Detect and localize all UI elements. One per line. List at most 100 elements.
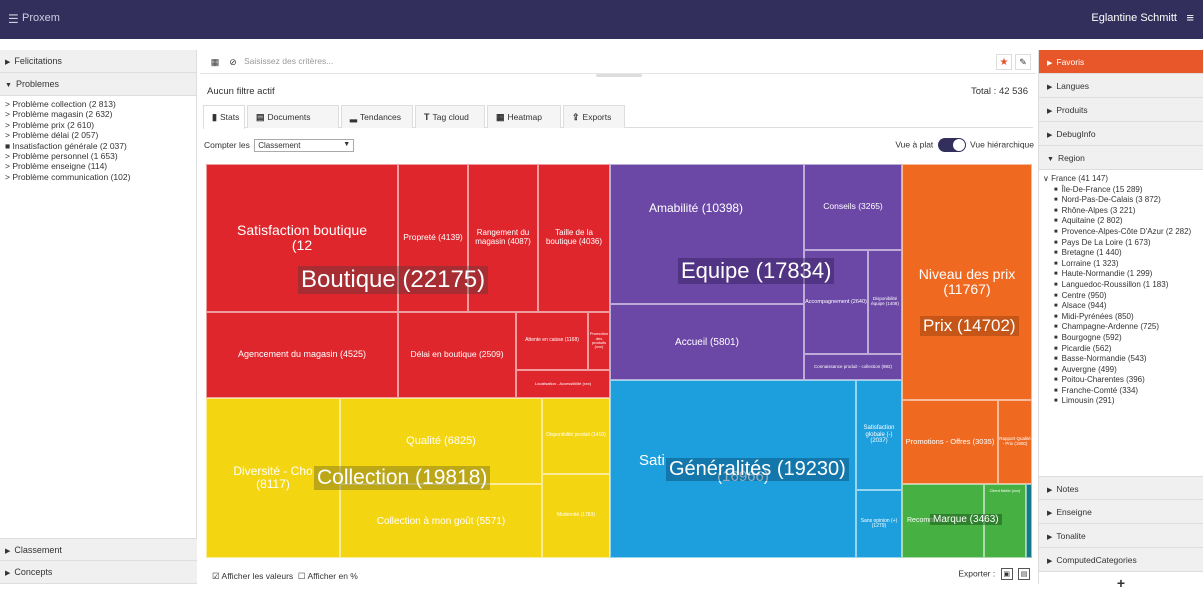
section-region[interactable]: ▼ Region xyxy=(1039,146,1203,170)
section-label: Region xyxy=(1057,153,1085,163)
cell-collection-gout[interactable]: Collection à mon goût (5571) xyxy=(340,484,542,558)
region-item[interactable]: Rhône-Alpes (3 221) xyxy=(1054,206,1203,217)
cell-taille[interactable]: Taille de la boutique (4036) xyxy=(538,164,610,312)
chevron-right-icon: ▶ xyxy=(5,59,11,66)
region-item[interactable]: Centre (950) xyxy=(1054,291,1203,302)
section-produits[interactable]: ▶ Produits xyxy=(1039,98,1203,122)
region-item[interactable]: Poitou-Charentes (396) xyxy=(1054,375,1203,386)
count-by-select[interactable]: Classement ▼ xyxy=(254,139,355,152)
section-computedcategories[interactable]: ▶ ComputedCategories xyxy=(1039,548,1203,572)
chevron-down-icon: ▼ xyxy=(1047,156,1054,163)
cell-agencement[interactable]: Agencement du magasin (4525) xyxy=(206,312,398,398)
tree-item[interactable]: ■ Insatisfaction générale (2 037) xyxy=(5,141,196,151)
cell-label: Sans opinion (+) (1279) xyxy=(860,517,898,529)
logo-icon: ☰ xyxy=(8,12,19,26)
cell-disponibilite-equipe[interactable]: Disponibilité équipe (1408) xyxy=(868,250,902,354)
region-item[interactable]: Aquitaine (2 802) xyxy=(1054,216,1203,227)
tree-item[interactable]: > Problème communication (102) xyxy=(5,172,196,182)
region-item[interactable]: Haute-Normandie (1 299) xyxy=(1054,269,1203,280)
region-item[interactable]: Bourgogne (592) xyxy=(1054,333,1203,344)
region-item[interactable]: Bretagne (1 440) xyxy=(1054,248,1203,259)
section-notes[interactable]: ▶ Notes xyxy=(1039,476,1203,500)
tab-stats[interactable]: ▮ Stats xyxy=(203,105,245,129)
region-item[interactable]: Franche-Comté (334) xyxy=(1054,386,1203,397)
flat-view-label: Vue à plat xyxy=(895,139,934,150)
tab-documents[interactable]: ▤ Documents xyxy=(247,105,339,128)
section-problemes[interactable]: ▼ Problemes xyxy=(0,73,196,96)
cell-satisfaction-globale[interactable]: Satisfaction globale (-) (2037) xyxy=(856,380,902,490)
region-item[interactable]: Midi-Pyrénées (850) xyxy=(1054,312,1203,323)
image-export-icon[interactable]: ▣ xyxy=(1000,568,1013,580)
region-item[interactable]: Île-De-France (15 289) xyxy=(1054,185,1203,196)
tab-label: Tendances xyxy=(359,112,402,122)
problemes-tree: > Problème collection (2 813) > Problème… xyxy=(0,96,196,182)
checkbox-values[interactable]: ☑ xyxy=(212,571,220,581)
calendar-icon[interactable]: ▦ xyxy=(208,55,222,69)
region-item[interactable]: Lorraine (1 323) xyxy=(1054,259,1203,270)
cell-label: Conseils (3265) xyxy=(823,201,883,212)
section-enseigne[interactable]: ▶ Enseigne xyxy=(1039,500,1203,524)
user-name[interactable]: Eglantine Schmitt xyxy=(1091,12,1177,24)
region-item[interactable]: Nord-Pas-De-Calais (3 872) xyxy=(1054,195,1203,206)
tab-label: Heatmap xyxy=(507,112,543,122)
cell-rapport-qualite-prix[interactable]: Rapport Qualité - Prix (1900) xyxy=(998,400,1032,484)
section-label: Felicitations xyxy=(14,56,62,66)
cell-label: Accompagnement (2640) xyxy=(805,298,867,305)
pin-icon[interactable]: ✎ xyxy=(1015,54,1031,70)
cell-conseils[interactable]: Conseils (3265) xyxy=(804,164,902,250)
section-tonalite[interactable]: ▶ Tonalite xyxy=(1039,524,1203,548)
section-favoris[interactable]: ▶ Favoris xyxy=(1039,50,1203,74)
resize-handle[interactable] xyxy=(596,74,642,77)
region-item[interactable]: Provence-Alpes-Côte D'Azur (2 282) xyxy=(1054,227,1203,238)
cell-attente[interactable]: Attente en caisse (1168) xyxy=(516,312,588,370)
cell-sans-opinion[interactable]: Sans opinion (+) (1279) xyxy=(856,490,902,558)
region-item[interactable]: Champagne-Ardenne (725) xyxy=(1054,322,1203,333)
cell-small[interactable] xyxy=(1026,484,1032,558)
region-item[interactable]: Pays De La Loire (1 673) xyxy=(1054,238,1203,249)
section-classement[interactable]: ▶ Classement xyxy=(0,538,197,561)
tree-item[interactable]: > Problème délai (2 057) xyxy=(5,130,196,140)
region-item[interactable]: Alsace (944) xyxy=(1054,301,1203,312)
region-item[interactable]: Basse-Normandie (543) xyxy=(1054,354,1203,365)
cell-niveau-prix[interactable]: Niveau des prix (11767) xyxy=(902,164,1032,400)
region-item[interactable]: Limousin (291) xyxy=(1054,396,1203,407)
tree-item[interactable]: > Problème personnel (1 653) xyxy=(5,151,196,161)
tab-tag-cloud[interactable]: T Tag cloud xyxy=(415,105,485,128)
region-item[interactable]: Auvergne (499) xyxy=(1054,365,1203,376)
section-debuginfo[interactable]: ▶ DebugInfo xyxy=(1039,122,1203,146)
clear-filter-icon[interactable]: ⊘ xyxy=(226,55,240,69)
tree-item[interactable]: > Problème enseigne (114) xyxy=(5,161,196,171)
documents-icon: ▤ xyxy=(256,112,265,122)
cell-accueil[interactable]: Accueil (5801) xyxy=(610,304,804,380)
cell-delai[interactable]: Délai en boutique (2509) xyxy=(398,312,516,398)
section-felicitations[interactable]: ▶ Felicitations xyxy=(0,50,196,73)
view-switch[interactable] xyxy=(937,138,966,152)
cell-promotions[interactable]: Promotions - Offres (3035) xyxy=(902,400,998,484)
cell-modernite[interactable]: Modernité (1783) xyxy=(542,474,610,558)
cell-connaissance[interactable]: Connaissance produit - collection (982) xyxy=(804,354,902,380)
table-export-icon[interactable]: ▤ xyxy=(1018,568,1030,580)
hierarchical-view-label: Vue hiérarchique xyxy=(970,139,1034,150)
tree-item[interactable]: > Problème collection (2 813) xyxy=(5,99,196,109)
region-item[interactable]: Picardie (562) xyxy=(1054,344,1203,355)
region-root[interactable]: ∨ France (41 147) xyxy=(1043,174,1203,185)
cell-localisation[interactable]: Localisation - Accessibilité (xxx) xyxy=(516,370,610,398)
section-concepts[interactable]: ▶ Concepts xyxy=(0,561,197,584)
region-item[interactable]: Languedoc-Roussillon (1 183) xyxy=(1054,280,1203,291)
add-facet-button[interactable]: + xyxy=(1039,572,1203,594)
cell-disponibilite-produit[interactable]: Disponibilité produit (1419) xyxy=(542,398,610,474)
tab-heatmap[interactable]: ▦ Heatmap xyxy=(487,105,561,128)
search-input[interactable]: Saisissez des critères... xyxy=(244,56,333,66)
tree-item[interactable]: > Problème magasin (2 632) xyxy=(5,109,196,119)
cell-label: Disponibilité produit (1419) xyxy=(546,432,606,439)
tree-item[interactable]: > Problème prix (2 610) xyxy=(5,120,196,130)
favorite-star-icon[interactable]: ★ xyxy=(996,54,1012,70)
section-langues[interactable]: ▶ Langues xyxy=(1039,74,1203,98)
tab-tendances[interactable]: ▂ Tendances xyxy=(341,105,413,128)
tab-exports[interactable]: ⇪ Exports xyxy=(563,105,625,128)
chevron-right-icon: ▶ xyxy=(1047,132,1053,139)
checkbox-percent[interactable]: ☐ xyxy=(298,571,306,581)
main-panel: ▦ ⊘ Saisissez des critères... ★ ✎ Aucun … xyxy=(200,50,1036,584)
cell-promotion-produits[interactable]: Promotion des produits (xxx) xyxy=(588,312,610,370)
hamburger-icon[interactable]: ≡ xyxy=(1186,10,1194,25)
